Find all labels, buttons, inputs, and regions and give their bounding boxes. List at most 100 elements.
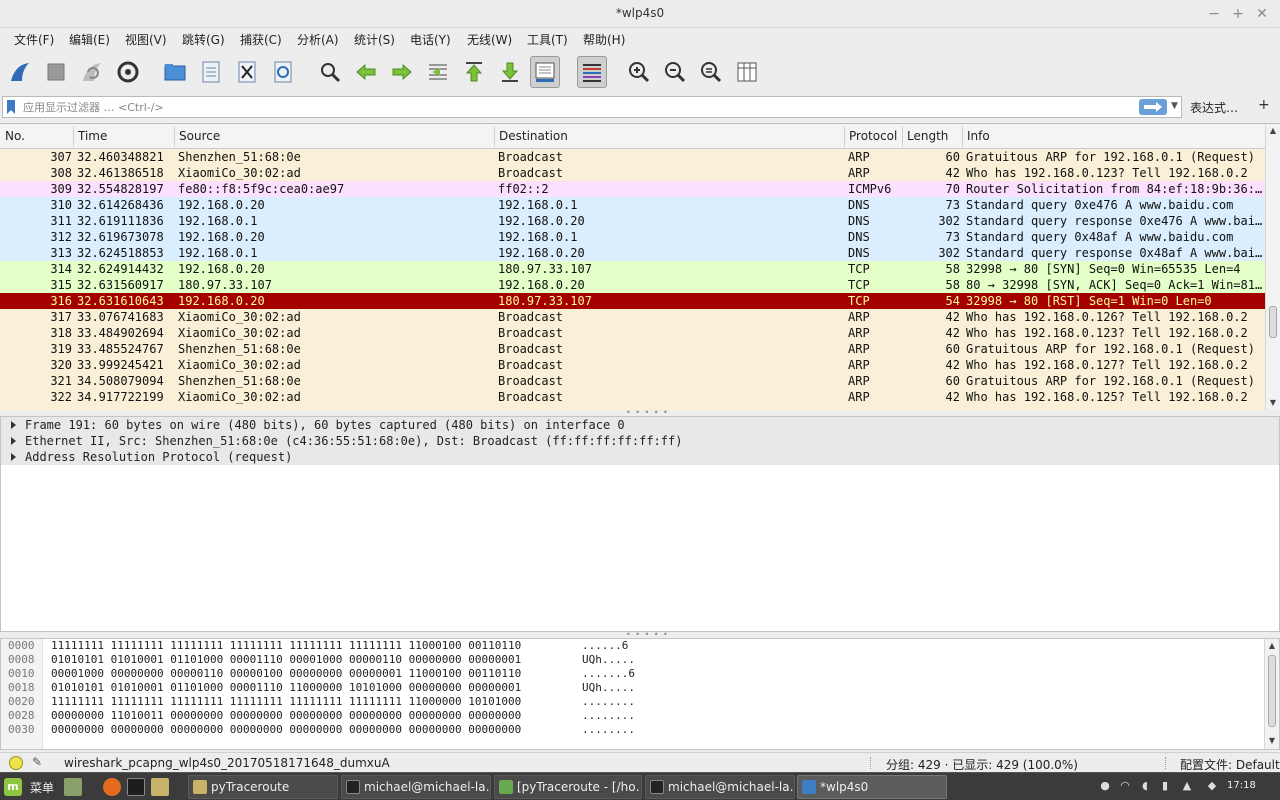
menu-file[interactable]: 文件(F) <box>14 31 54 48</box>
menu-go[interactable]: 跳转(G) <box>182 31 225 48</box>
column-header-protocol[interactable]: Protocol <box>849 129 897 143</box>
expand-arrow-icon[interactable] <box>11 437 16 445</box>
maximize-button[interactable]: + <box>1228 4 1248 24</box>
table-row[interactable]: 318 33.484902694 XiaomiCo_30:02:ad Broadcas… <box>0 325 1265 341</box>
terminal-icon[interactable] <box>127 778 145 796</box>
battery-icon[interactable]: ▮ <box>1158 779 1172 793</box>
colorize-icon[interactable] <box>577 56 607 88</box>
task-terminal-2[interactable]: michael@michael-la… <box>645 775 795 799</box>
table-row[interactable]: 311 32.619111836 192.168.0.1 192.168.0.20 DN… <box>0 213 1265 229</box>
show-desktop-icon[interactable] <box>64 778 82 796</box>
autoscroll-icon[interactable] <box>530 56 560 88</box>
chevron-down-icon[interactable]: ▼ <box>1171 101 1181 113</box>
menu-statistics[interactable]: 统计(S) <box>354 31 395 48</box>
table-row[interactable]: 310 32.614268436 192.168.0.20 192.168.0.1 DN… <box>0 197 1265 213</box>
go-back-icon[interactable] <box>351 56 381 88</box>
menu-wireless[interactable]: 无线(W) <box>467 31 512 48</box>
task-terminal-1[interactable]: michael@michael-la… <box>341 775 491 799</box>
table-row[interactable]: 309 32.554828197 fe80::f8:5f9c:cea0:ae97 ff… <box>0 181 1265 197</box>
column-header-length[interactable]: Length <box>907 129 948 143</box>
scroll-up-icon[interactable]: ▲ <box>1267 641 1277 651</box>
display-filter-input[interactable] <box>23 98 1123 116</box>
packet-list-scrollbar[interactable]: ▲ ▼ <box>1265 124 1280 410</box>
bytes-scrollbar[interactable]: ▲ ▼ <box>1264 639 1279 749</box>
reload-file-icon[interactable] <box>268 56 298 88</box>
table-row[interactable]: 312 32.619673078 192.168.0.20 192.168.0.1 DN… <box>0 229 1265 245</box>
menu-tools[interactable]: 工具(T) <box>527 31 568 48</box>
expand-arrow-icon[interactable] <box>11 421 16 429</box>
restart-capture-icon[interactable] <box>77 56 107 88</box>
expand-arrow-icon[interactable] <box>11 453 16 461</box>
table-row[interactable]: 313 32.624518853 192.168.0.1 192.168.0.20 DN… <box>0 245 1265 261</box>
expert-info-icon[interactable] <box>9 756 23 770</box>
column-header-destination[interactable]: Destination <box>499 129 568 143</box>
table-row[interactable]: 308 32.461386518 XiaomiCo_30:02:ad Broadcas… <box>0 165 1265 181</box>
table-row[interactable]: 315 32.631560917 180.97.33.107 192.168.0.20… <box>0 277 1265 293</box>
minimize-button[interactable]: − <box>1204 4 1224 24</box>
resize-columns-icon[interactable] <box>732 56 762 88</box>
task-pycharm[interactable]: [pyTraceroute - [/ho… <box>494 775 642 799</box>
column-header-info[interactable]: Info <box>967 129 990 143</box>
capture-file-name: wireshark_pcapng_wlp4s0_20170518171648_d… <box>64 756 390 770</box>
save-file-icon[interactable] <box>196 56 226 88</box>
go-first-icon[interactable] <box>459 56 489 88</box>
table-row[interactable]: 322 34.917722199 XiaomiCo_30:02:ad Broadcas… <box>0 389 1265 405</box>
apply-filter-button[interactable] <box>1139 99 1167 115</box>
table-row[interactable]: 320 33.999245421 XiaomiCo_30:02:ad Broadcas… <box>0 357 1265 373</box>
start-capture-icon[interactable] <box>5 56 35 88</box>
menu-help[interactable]: 帮助(H) <box>583 31 625 48</box>
files-icon[interactable] <box>151 778 169 796</box>
firefox-icon[interactable] <box>103 778 121 796</box>
column-header-time[interactable]: Time <box>78 129 107 143</box>
bookmark-icon[interactable] <box>7 100 15 114</box>
menu-analyze[interactable]: 分析(A) <box>297 31 339 48</box>
open-file-icon[interactable] <box>160 56 190 88</box>
shield-icon[interactable]: ◆ <box>1205 779 1219 793</box>
capture-options-icon[interactable] <box>113 56 143 88</box>
display-filter-field[interactable]: ▼ <box>2 96 1182 118</box>
detail-row-ethernet[interactable]: Ethernet II, Src: Shenzhen_51:68:0e (c4:… <box>1 433 1279 449</box>
menu-view[interactable]: 视图(V) <box>125 31 167 48</box>
close-file-icon[interactable] <box>232 56 262 88</box>
clock[interactable]: 17:18 <box>1227 780 1256 791</box>
stop-capture-icon[interactable] <box>41 56 71 88</box>
add-filter-button[interactable]: + <box>1258 97 1270 113</box>
column-header-no[interactable]: No. <box>5 129 25 143</box>
table-row[interactable]: 316 32.631610643 192.168.0.20 180.97.33.107… <box>0 293 1265 309</box>
wifi-icon[interactable]: ◠ <box>1118 779 1132 793</box>
user-icon[interactable]: ● <box>1098 779 1112 793</box>
table-row[interactable]: 321 34.508079094 Shenzhen_51:68:0e Broadcas… <box>0 373 1265 389</box>
scroll-down-icon[interactable]: ▼ <box>1268 398 1278 408</box>
column-header-source[interactable]: Source <box>179 129 220 143</box>
capture-comment-icon[interactable]: ✎ <box>32 755 42 769</box>
expression-button[interactable]: 表达式… <box>1190 99 1238 116</box>
cell-dst: 192.168.0.1 <box>498 230 578 244</box>
table-row[interactable]: 314 32.624914432 192.168.0.20 180.97.33.107… <box>0 261 1265 277</box>
close-button[interactable]: ✕ <box>1252 4 1272 24</box>
find-packet-icon[interactable] <box>315 56 345 88</box>
table-row[interactable]: 319 33.485524767 Shenzhen_51:68:0e Broadcas… <box>0 341 1265 357</box>
go-last-icon[interactable] <box>495 56 525 88</box>
table-row[interactable]: 307 32.460348821 Shenzhen_51:68:0e Broadcas… <box>0 149 1265 165</box>
zoom-in-icon[interactable] <box>624 56 654 88</box>
detail-row-arp[interactable]: Address Resolution Protocol (request) <box>1 449 1279 465</box>
scroll-down-icon[interactable]: ▼ <box>1267 736 1277 746</box>
scroll-thumb[interactable] <box>1268 655 1276 727</box>
profile-switcher[interactable]: 配置文件: Default <box>1180 756 1280 773</box>
detail-row-frame[interactable]: Frame 191: 60 bytes on wire (480 bits), … <box>1 417 1279 433</box>
start-menu-button[interactable]: m 菜单 <box>4 777 54 797</box>
menu-telephony[interactable]: 电话(Y) <box>410 31 451 48</box>
scroll-thumb[interactable] <box>1269 306 1277 338</box>
go-to-packet-icon[interactable] <box>423 56 453 88</box>
menu-capture[interactable]: 捕获(C) <box>240 31 282 48</box>
penguin-icon[interactable]: ▲ <box>1180 779 1194 793</box>
zoom-out-icon[interactable] <box>660 56 690 88</box>
task-wireshark[interactable]: *wlp4s0 <box>797 775 947 799</box>
table-row[interactable]: 317 33.076741683 XiaomiCo_30:02:ad Broadcas… <box>0 309 1265 325</box>
zoom-normal-icon[interactable] <box>696 56 726 88</box>
scroll-up-icon[interactable]: ▲ <box>1268 126 1278 136</box>
go-forward-icon[interactable] <box>387 56 417 88</box>
menu-edit[interactable]: 编辑(E) <box>69 31 110 48</box>
volume-icon[interactable]: ◖ <box>1138 779 1152 793</box>
task-pytraceroute-folder[interactable]: pyTraceroute <box>188 775 338 799</box>
